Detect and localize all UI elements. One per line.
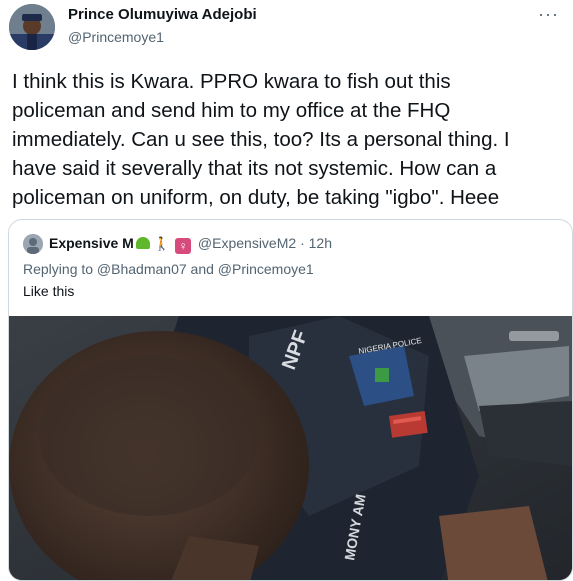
avatar-image — [9, 4, 55, 50]
author-avatar[interactable] — [9, 4, 55, 50]
person-icon: 🚶 — [153, 236, 171, 251]
female-sign-icon: ♀ — [175, 238, 192, 254]
quoted-header: Expensive M 🚶 ♀ @ExpensiveM2 · 12h — [49, 235, 332, 254]
quoted-avatar-image — [23, 234, 43, 254]
quoted-author-avatar[interactable] — [23, 234, 43, 254]
green-heart-icon — [135, 237, 150, 249]
photo-image: NPF NIGERIA POLICE MONY AM — [9, 316, 572, 580]
separator-dot: · — [300, 235, 305, 251]
quoted-author-name[interactable]: Expensive M — [49, 235, 134, 251]
replying-to: Replying to @Bhadman07 and @Princemoye1 — [23, 261, 314, 277]
quoted-photo[interactable]: NPF NIGERIA POLICE MONY AM — [9, 316, 572, 580]
quoted-text: Like this — [23, 283, 75, 299]
more-icon[interactable]: ··· — [538, 4, 559, 25]
quoted-author-handle[interactable]: @ExpensiveM2 — [198, 235, 296, 251]
tweet-text: I think this is Kwara. PPRO kwara to fis… — [12, 70, 510, 209]
author-handle[interactable]: @Princemoye1 — [68, 29, 164, 45]
author-name[interactable]: Prince Olumuyiwa Adejobi — [68, 6, 257, 23]
quoted-time[interactable]: 12h — [309, 235, 332, 251]
quoted-tweet[interactable]: Expensive M 🚶 ♀ @ExpensiveM2 · 12h Replyin… — [8, 219, 573, 581]
